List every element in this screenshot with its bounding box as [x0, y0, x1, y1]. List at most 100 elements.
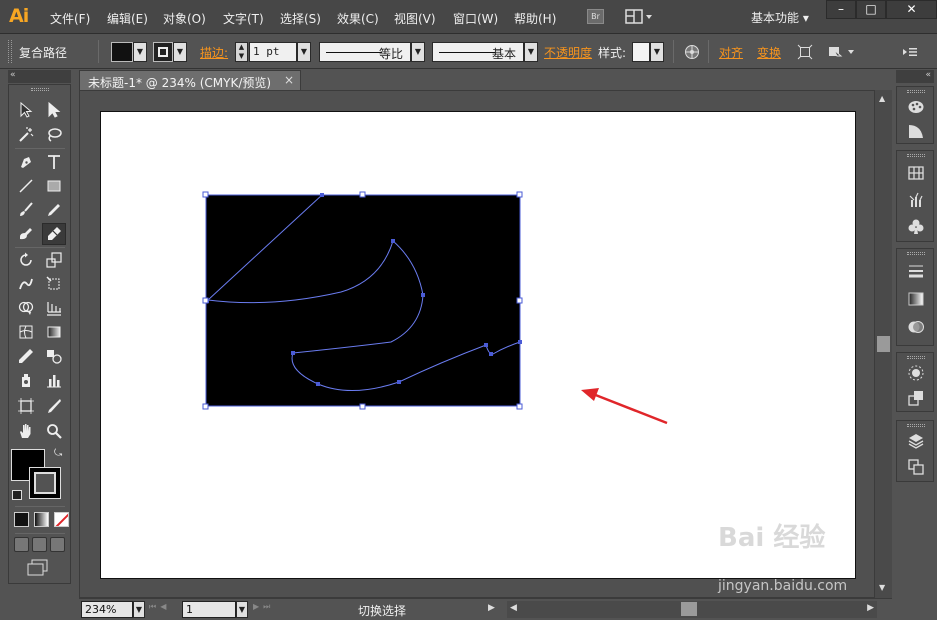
select-similar-button[interactable]: [827, 44, 857, 60]
isolate-selected-button[interactable]: [797, 44, 813, 60]
scale-tool[interactable]: [42, 249, 66, 271]
symbol-sprayer-tool[interactable]: [14, 369, 38, 391]
close-button[interactable]: ✕: [886, 0, 937, 19]
gradient-mode-button[interactable]: [34, 512, 49, 527]
blob-brush-tool[interactable]: [14, 223, 38, 245]
appearance-panel-button[interactable]: [906, 363, 926, 383]
scroll-up-arrow-icon[interactable]: ▲: [879, 94, 885, 103]
variable-width-profile[interactable]: 等比: [319, 42, 411, 62]
minimize-button[interactable]: –: [826, 0, 856, 19]
artboard-tool[interactable]: [14, 395, 38, 417]
toolbar-grip[interactable]: [31, 88, 49, 91]
menu-window[interactable]: 窗口(W): [453, 10, 498, 27]
brush-definition[interactable]: 基本: [432, 42, 524, 62]
swap-fill-stroke-icon[interactable]: ⤿: [54, 448, 66, 460]
align-link[interactable]: 对齐: [719, 44, 743, 61]
color-panel-button[interactable]: [906, 97, 926, 117]
draw-normal-icon[interactable]: [14, 537, 29, 552]
menu-select[interactable]: 选择(S): [280, 10, 321, 27]
graphic-styles-panel-button[interactable]: [906, 388, 926, 408]
menu-edit[interactable]: 编辑(E): [107, 10, 148, 27]
column-graph-tool[interactable]: [42, 369, 66, 391]
brush-dropdown[interactable]: ▼: [524, 42, 538, 62]
zoom-level-field[interactable]: 234%: [81, 601, 133, 618]
horizontal-scrollbar[interactable]: ◀ ▶: [507, 601, 877, 618]
mesh-tool[interactable]: [14, 321, 38, 343]
graphic-style-dropdown[interactable]: ▼: [650, 42, 664, 62]
line-segment-tool[interactable]: [14, 175, 38, 197]
fill-swatch[interactable]: [111, 42, 133, 62]
color-mode-button[interactable]: [14, 512, 29, 527]
free-transform-tool[interactable]: [42, 273, 66, 295]
layers-panel-button[interactable]: [906, 431, 926, 451]
panel-grip[interactable]: [907, 90, 925, 93]
artboard-dropdown[interactable]: ▼: [236, 601, 248, 618]
zoom-dropdown[interactable]: ▼: [133, 601, 145, 618]
scroll-down-arrow-icon[interactable]: ▼: [879, 583, 885, 592]
warp-tool[interactable]: [14, 273, 38, 295]
screen-mode-button[interactable]: [27, 559, 49, 576]
stroke-color-box[interactable]: [29, 467, 61, 499]
stroke-panel-button[interactable]: [906, 261, 926, 281]
magic-wand-tool[interactable]: [14, 124, 38, 146]
type-tool[interactable]: [42, 151, 66, 173]
bridge-button[interactable]: Br: [587, 9, 604, 24]
document-tab[interactable]: 未标题-1* @ 234% (CMYK/预览) ×: [79, 70, 301, 90]
zoom-tool[interactable]: [42, 420, 66, 442]
draw-behind-icon[interactable]: [32, 537, 47, 552]
stroke-swatch[interactable]: [153, 42, 173, 62]
menu-help[interactable]: 帮助(H): [514, 10, 556, 27]
draw-inside-icon[interactable]: [50, 537, 65, 552]
horizontal-scroll-thumb[interactable]: [681, 602, 697, 616]
scroll-right-arrow-icon[interactable]: ▶: [867, 603, 874, 613]
stroke-weight-dropdown[interactable]: ▼: [297, 42, 311, 62]
graphic-style-swatch[interactable]: [632, 42, 650, 62]
stroke-dropdown[interactable]: ▼: [173, 42, 187, 62]
stroke-weight-field[interactable]: 1 pt: [249, 42, 297, 62]
dock-expand-bar[interactable]: «: [896, 70, 934, 83]
default-colors-icon[interactable]: [12, 490, 22, 500]
gradient-panel-button[interactable]: [906, 289, 926, 309]
lasso-tool[interactable]: [42, 124, 66, 146]
stroke-label[interactable]: 描边:: [200, 44, 228, 61]
arrange-documents-button[interactable]: [625, 8, 655, 26]
next-last-artboard-icon[interactable]: ▶⏭: [253, 602, 274, 612]
transform-link[interactable]: 变换: [757, 44, 781, 61]
vertical-scrollbar[interactable]: ▲ ▼: [875, 90, 892, 598]
toolbar-collapse-bar[interactable]: «: [8, 70, 71, 83]
artboards-panel-button[interactable]: [906, 457, 926, 477]
menu-object[interactable]: 对象(O): [163, 10, 206, 27]
gradient-tool[interactable]: [42, 321, 66, 343]
direct-selection-tool[interactable]: [42, 99, 66, 121]
artboard-number-field[interactable]: 1: [182, 601, 236, 618]
fill-dropdown[interactable]: ▼: [133, 42, 147, 62]
transparency-panel-button[interactable]: [906, 317, 926, 337]
slice-tool[interactable]: [42, 395, 66, 417]
hand-tool[interactable]: [14, 420, 38, 442]
control-panel-menu-button[interactable]: [902, 45, 918, 59]
recolor-artwork-button[interactable]: [684, 44, 700, 60]
pen-tool[interactable]: [14, 151, 38, 173]
menu-file[interactable]: 文件(F): [50, 10, 90, 27]
eyedropper-tool[interactable]: [14, 345, 38, 367]
rotate-tool[interactable]: [14, 249, 38, 271]
color-guide-panel-button[interactable]: [906, 121, 926, 141]
pencil-tool[interactable]: [42, 199, 66, 221]
menu-view[interactable]: 视图(V): [394, 10, 436, 27]
panel-grip[interactable]: [907, 252, 925, 255]
artboard[interactable]: [100, 111, 856, 579]
control-bar-grip[interactable]: [8, 40, 12, 63]
brushes-panel-button[interactable]: [906, 190, 926, 210]
panel-grip[interactable]: [907, 356, 925, 359]
maximize-button[interactable]: □: [856, 0, 886, 19]
none-mode-button[interactable]: [54, 512, 69, 527]
first-prev-artboard-icon[interactable]: ⏮◀: [149, 602, 170, 612]
opacity-link[interactable]: 不透明度: [544, 44, 592, 61]
eraser-tool[interactable]: [42, 223, 66, 245]
shape-builder-tool[interactable]: [14, 297, 38, 319]
panel-grip[interactable]: [907, 424, 925, 427]
vertical-scroll-thumb[interactable]: [877, 336, 890, 352]
scroll-left-arrow-icon[interactable]: ◀: [510, 603, 517, 613]
status-text[interactable]: 切换选择: [358, 602, 406, 619]
rectangle-tool[interactable]: [42, 175, 66, 197]
